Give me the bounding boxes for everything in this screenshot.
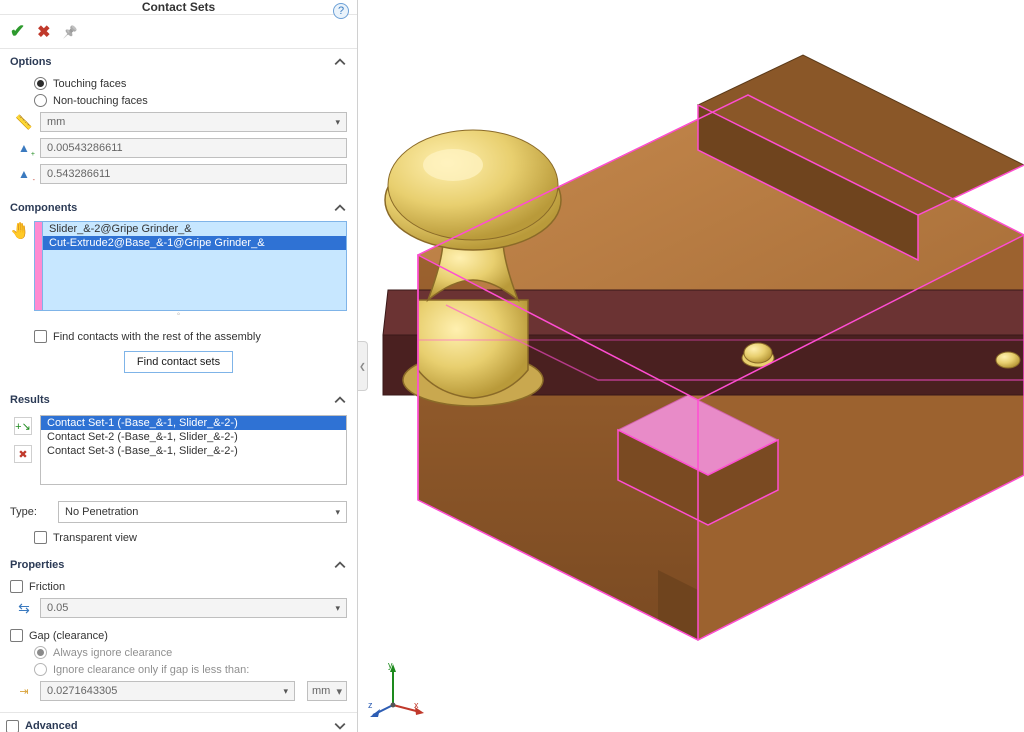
section-results-header[interactable]: Results — [0, 387, 357, 411]
component-list[interactable]: Slider_&-2@Gripe Grinder_& Cut-Extrude2@… — [34, 221, 347, 311]
checkbox-transparent-label: Transparent view — [53, 532, 137, 544]
ruler-icon: 📏 — [14, 114, 34, 131]
radio-gap-if[interactable]: Ignore clearance only if gap is less tha… — [10, 661, 347, 678]
type-label: Type: — [10, 506, 50, 518]
section-results-title: Results — [10, 394, 50, 406]
axis-z-label: z — [368, 700, 373, 710]
section-advanced-title: Advanced — [25, 720, 78, 732]
model-render — [358, 0, 1024, 732]
tolerance2-input[interactable] — [40, 164, 347, 184]
gap-value: 0.0271643305 — [47, 685, 117, 697]
checkbox-gap[interactable]: Gap (clearance) — [10, 627, 347, 644]
chevron-down-icon: ▾ — [283, 686, 288, 697]
radio-icon — [34, 663, 47, 676]
section-results-body: +↘ ✖ Contact Set-1 (-Base_&-1, Slider_&-… — [0, 411, 357, 495]
chevron-up-icon — [333, 201, 347, 215]
contact-type-dropdown[interactable]: No Penetration ▾ — [58, 501, 347, 523]
radio-touching-label: Touching faces — [53, 78, 126, 90]
delta-minus-icon: ▲- — [14, 167, 34, 181]
section-components-title: Components — [10, 202, 77, 214]
result-item[interactable]: Contact Set-1 (-Base_&-1, Slider_&-2-) — [41, 416, 346, 430]
tolerance1-input[interactable] — [40, 138, 347, 158]
component-item[interactable]: Cut-Extrude2@Base_&-1@Gripe Grinder_& — [43, 236, 346, 250]
chevron-up-icon — [333, 558, 347, 572]
component-item[interactable]: Slider_&-2@Gripe Grinder_& — [43, 222, 346, 236]
checkbox-transparent-view[interactable]: Transparent view — [0, 529, 357, 552]
checkbox-gap-label: Gap (clearance) — [29, 630, 108, 642]
confirm-cancel-row: ✔ ✖ — [0, 15, 357, 49]
section-properties-header[interactable]: Properties — [0, 552, 357, 576]
friction-value: 0.05 — [47, 602, 68, 614]
checkbox-find-rest[interactable]: Find contacts with the rest of the assem… — [10, 328, 347, 345]
gap-value-row: ⇥ 0.0271643305 ▾ mm ▾ — [10, 678, 347, 704]
gap-unit-dropdown[interactable]: mm ▾ — [307, 681, 347, 701]
radio-gap-always-label: Always ignore clearance — [53, 647, 172, 659]
section-options-title: Options — [10, 56, 52, 68]
section-options-header[interactable]: Options — [0, 49, 357, 73]
contact-type-row: Type: No Penetration ▾ — [0, 495, 357, 529]
coordinate-triad: x y z — [368, 660, 428, 720]
property-manager-panel: Contact Sets ? ✔ ✖ Options Touching face… — [0, 0, 358, 732]
tolerance1-row: ▲+ — [10, 135, 347, 161]
tolerance2-row: ▲- — [10, 161, 347, 187]
selection-stripe — [35, 222, 43, 310]
radio-gap-always[interactable]: Always ignore clearance — [10, 644, 347, 661]
section-components-header[interactable]: Components — [0, 195, 357, 219]
gap-value-input[interactable]: 0.0271643305 ▾ — [40, 681, 295, 701]
unit-dropdown[interactable]: mm ▾ — [40, 112, 347, 132]
checkbox-icon — [34, 531, 47, 544]
radio-icon — [34, 77, 47, 90]
result-item[interactable]: Contact Set-2 (-Base_&-1, Slider_&-2-) — [41, 430, 346, 444]
radio-icon — [34, 94, 47, 107]
chevron-down-icon: ▾ — [336, 685, 342, 698]
radio-touching-faces[interactable]: Touching faces — [10, 75, 347, 92]
chevron-down-icon — [333, 719, 347, 732]
graphics-viewport[interactable]: ❮ — [358, 0, 1024, 732]
chevron-down-icon: ▾ — [335, 117, 340, 128]
axis-x-label: x — [414, 700, 419, 710]
radio-nontouching-faces[interactable]: Non-touching faces — [10, 92, 347, 109]
panel-title-row: Contact Sets ? — [0, 0, 357, 15]
chevron-down-icon: ▾ — [335, 603, 340, 614]
checkbox-icon — [10, 629, 23, 642]
result-list[interactable]: Contact Set-1 (-Base_&-1, Slider_&-2-) C… — [40, 415, 347, 485]
gap-unit: mm — [312, 685, 330, 697]
checkbox-icon — [6, 720, 19, 732]
chevron-up-icon — [333, 393, 347, 407]
section-options-body: Touching faces Non-touching faces 📏 mm ▾… — [0, 73, 357, 195]
checkbox-friction[interactable]: Friction — [10, 578, 347, 595]
radio-nontouching-label: Non-touching faces — [53, 95, 148, 107]
unit-row: 📏 mm ▾ — [10, 109, 347, 135]
friction-coeff-row: ⇆ 0.05 ▾ — [10, 595, 347, 621]
hand-icon: 🤚 — [10, 221, 30, 241]
axis-y-label: y — [388, 660, 393, 670]
pushpin-icon[interactable] — [63, 25, 77, 39]
section-advanced-header[interactable]: Advanced — [0, 712, 357, 732]
remove-result-icon[interactable]: ✖ — [14, 445, 32, 463]
radio-gap-if-label: Ignore clearance only if gap is less tha… — [53, 664, 249, 676]
unit-value: mm — [47, 116, 65, 128]
chevron-down-icon: ▾ — [335, 507, 340, 518]
friction-input[interactable]: 0.05 ▾ — [40, 598, 347, 618]
result-item[interactable]: Contact Set-3 (-Base_&-1, Slider_&-2-) — [41, 444, 346, 458]
friction-icon: ⇆ — [14, 600, 34, 617]
section-properties-body: Friction ⇆ 0.05 ▾ Gap (clearance) Always… — [0, 576, 357, 712]
radio-icon — [34, 646, 47, 659]
checkbox-icon — [34, 330, 47, 343]
section-properties-title: Properties — [10, 559, 64, 571]
ok-icon[interactable]: ✔ — [10, 21, 25, 42]
chevron-up-icon — [333, 55, 347, 69]
cancel-icon[interactable]: ✖ — [37, 22, 50, 42]
contact-type-value: No Penetration — [65, 506, 138, 518]
section-components-body: 🤚 Slider_&-2@Gripe Grinder_& Cut-Extrude… — [0, 219, 357, 387]
find-contact-sets-button[interactable]: Find contact sets — [124, 351, 233, 373]
delta-plus-icon: ▲+ — [14, 141, 34, 155]
help-icon[interactable]: ? — [333, 3, 349, 19]
gap-icon: ⇥ — [14, 685, 34, 698]
panel-title: Contact Sets — [142, 0, 215, 14]
add-result-icon[interactable]: +↘ — [14, 417, 32, 435]
checkbox-friction-label: Friction — [29, 581, 65, 593]
checkbox-find-rest-label: Find contacts with the rest of the assem… — [53, 331, 261, 343]
checkbox-icon — [10, 580, 23, 593]
